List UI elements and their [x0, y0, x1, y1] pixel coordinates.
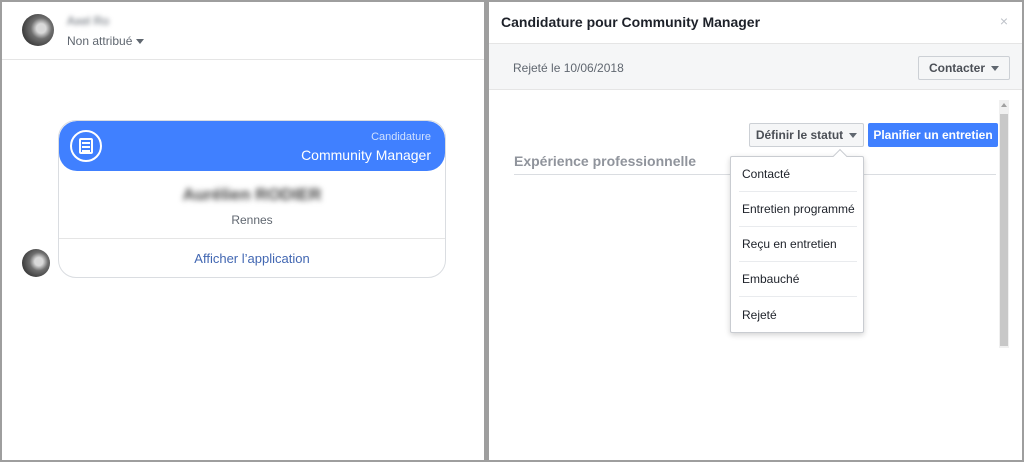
applicant-name: Aurélien RODIER — [182, 185, 322, 204]
caret-down-icon — [136, 38, 145, 44]
user-avatar[interactable] — [22, 14, 54, 46]
application-card: Candidature Community Manager Aurélien R… — [58, 120, 446, 278]
application-card-header: Candidature Community Manager — [59, 121, 445, 171]
menu-item-contacted[interactable]: Contacté — [739, 157, 857, 192]
set-status-button[interactable]: Définir le statut — [749, 123, 864, 147]
rejected-status: Rejeté le 10/06/2018 — [513, 61, 624, 75]
application-dialog: Candidature pour Community Manager × Rej… — [489, 2, 1022, 460]
conversation-header: Axel Ro Non attribué — [2, 2, 484, 60]
card-divider — [59, 238, 445, 239]
scrollbar[interactable] — [999, 100, 1009, 348]
status-menu: Contacté Entretien programmé Reçu en ent… — [730, 148, 864, 333]
menu-item-rejected[interactable]: Rejeté — [739, 297, 857, 332]
menu-item-hired[interactable]: Embauché — [739, 262, 857, 297]
document-icon — [70, 130, 102, 162]
dialog-status-bar: Rejeté le 10/06/2018 Contacter — [489, 44, 1022, 90]
section-title: Expérience professionnelle — [514, 153, 697, 169]
dialog-title: Candidature pour Community Manager — [501, 14, 761, 30]
card-kicker: Candidature — [371, 131, 431, 143]
contact-button-label: Contacter — [928, 61, 985, 75]
scroll-up-icon[interactable] — [1001, 103, 1007, 107]
caret-down-icon — [991, 65, 999, 71]
applicant-city: Rennes — [231, 213, 273, 227]
screenshot-root: Axel Ro Non attribué Candidature Communi… — [0, 0, 1024, 462]
close-icon[interactable]: × — [1000, 13, 1008, 29]
dialog-title-bar: Candidature pour Community Manager × — [489, 2, 1022, 44]
conversation-panel: Axel Ro Non attribué Candidature Communi… — [2, 2, 484, 460]
assignment-dropdown[interactable]: Non attribué — [67, 34, 145, 48]
menu-item-interviewed[interactable]: Reçu en entretien — [739, 227, 857, 262]
caret-down-icon — [849, 132, 858, 138]
view-application-link[interactable]: Afficher l’application — [59, 251, 445, 266]
menu-item-interview-scheduled[interactable]: Entretien programmé — [739, 192, 857, 227]
scrollbar-thumb[interactable] — [1000, 114, 1008, 346]
contact-button[interactable]: Contacter — [917, 56, 1010, 80]
set-status-label: Définir le statut — [755, 128, 844, 142]
user-name: Axel Ro — [67, 14, 110, 28]
card-job-title: Community Manager — [301, 147, 431, 163]
assignment-label: Non attribué — [67, 34, 133, 48]
schedule-interview-button[interactable]: Planifier un entretien — [868, 123, 998, 147]
sender-avatar — [22, 249, 50, 277]
